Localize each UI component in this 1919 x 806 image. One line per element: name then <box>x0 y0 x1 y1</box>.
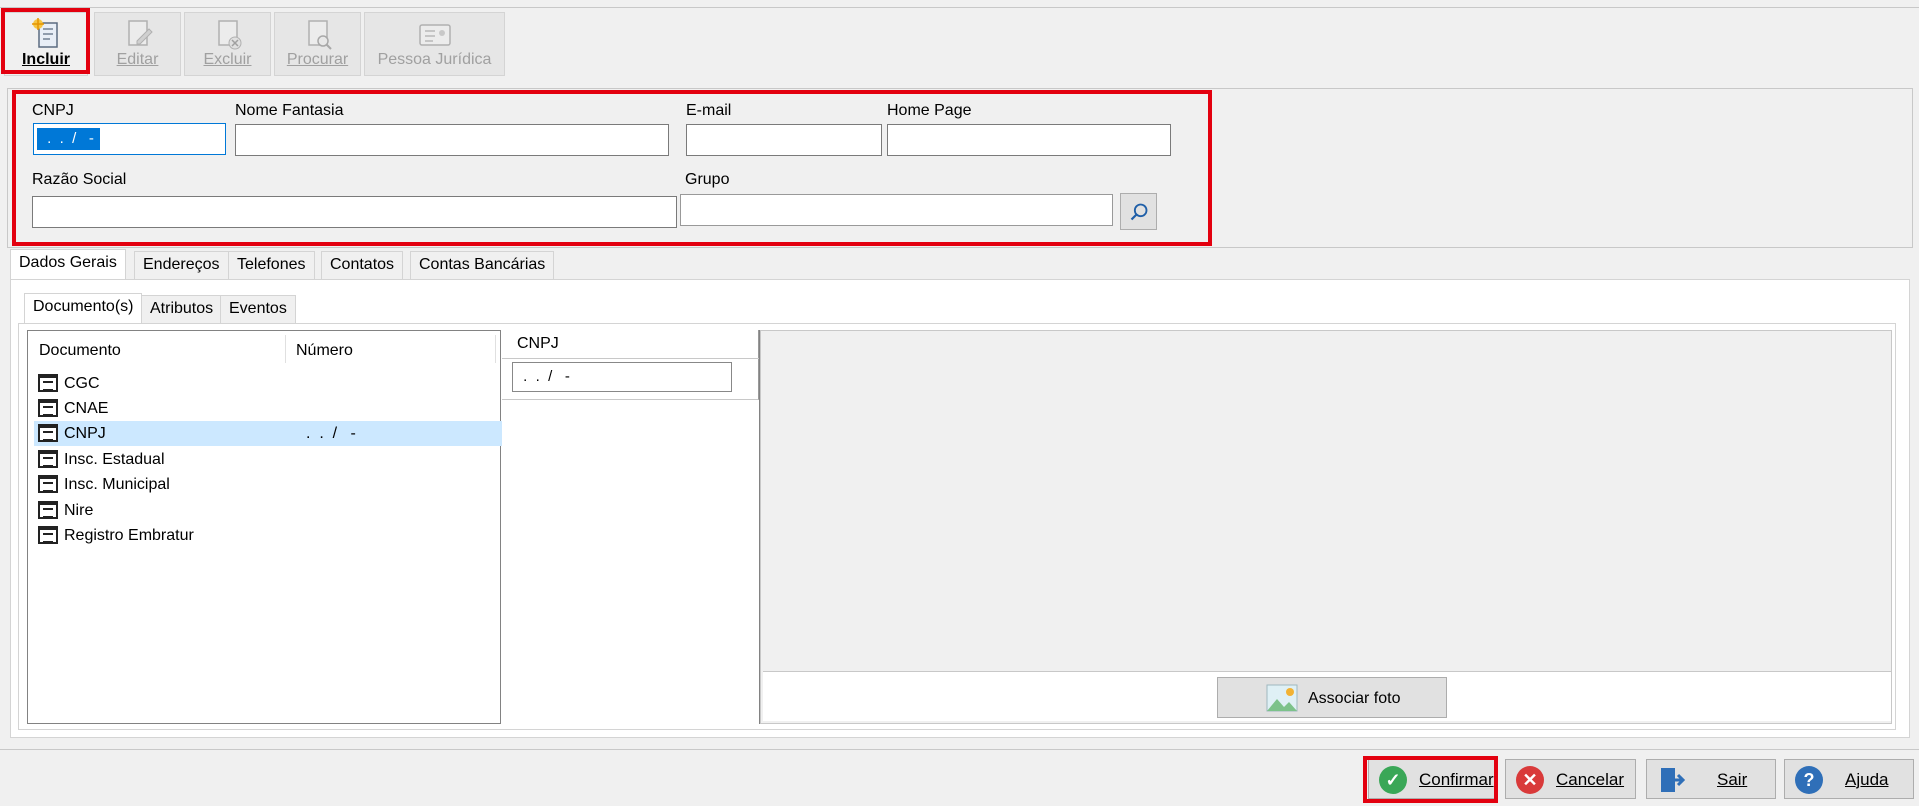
column-numero[interactable]: Número <box>296 342 353 360</box>
documents-header: Documento Número <box>28 331 500 367</box>
document-icon <box>38 501 58 519</box>
tab-contatos-label: Contatos <box>330 256 395 273</box>
editar-button[interactable]: Editar <box>94 12 181 76</box>
search-document-icon <box>307 20 332 50</box>
tab-atributos-label: Atributos <box>150 300 214 317</box>
cancelar-label: Cancelar <box>1556 770 1625 789</box>
documents-list[interactable]: Documento Número CGC CNAE CNPJ . . / - I… <box>27 330 504 724</box>
detail-value-input[interactable]: . . / - <box>512 362 732 392</box>
associar-foto-button[interactable]: Associar foto <box>1217 677 1447 718</box>
list-item[interactable]: CNAE <box>34 396 504 421</box>
document-icon <box>38 399 58 417</box>
document-icon <box>38 526 58 544</box>
tab-eventos[interactable]: Eventos <box>220 295 296 323</box>
help-icon: ? <box>1795 766 1823 794</box>
tab-dados-gerais-label: Dados Gerais <box>19 254 117 271</box>
new-document-icon <box>32 18 58 48</box>
document-icon <box>38 475 58 493</box>
document-icon <box>38 374 58 392</box>
search-icon <box>1130 203 1148 221</box>
sair-button[interactable]: Sair <box>1646 759 1776 799</box>
photo-area: Associar foto <box>760 330 1892 724</box>
detail-label: CNPJ <box>517 335 559 352</box>
incluir-button[interactable]: Incluir <box>4 12 88 76</box>
document-name: Nire <box>64 502 94 519</box>
nome-fantasia-input[interactable] <box>235 124 669 156</box>
main-tabs-strip: Dados Gerais Endereços Telefones Contato… <box>10 249 1910 279</box>
home-page-input[interactable] <box>887 124 1171 156</box>
edit-document-icon <box>127 20 153 46</box>
confirmar-button[interactable]: ✓ Confirmar <box>1368 759 1496 799</box>
window-top-border <box>0 0 1919 8</box>
list-item[interactable]: Registro Embratur <box>34 523 504 548</box>
cnpj-label: CNPJ <box>32 102 74 119</box>
list-item[interactable]: Insc. Municipal <box>34 472 504 497</box>
tab-dados-gerais[interactable]: Dados Gerais <box>10 249 126 279</box>
document-name: CNAE <box>64 400 109 417</box>
tab-documentos[interactable]: Documento(s) <box>24 293 143 323</box>
document-icon <box>38 424 58 442</box>
home-page-label: Home Page <box>887 102 972 119</box>
list-item[interactable]: CGC <box>34 371 504 396</box>
tab-documentos-label: Documento(s) <box>33 298 134 315</box>
pessoa-juridica-button[interactable]: Pessoa Jurídica <box>364 12 505 76</box>
grupo-input[interactable] <box>680 194 1113 226</box>
list-item-selected[interactable]: CNPJ . . / - <box>34 421 504 446</box>
cancel-icon: ✕ <box>1516 766 1544 794</box>
document-detail-pane: CNPJ . . / - <box>502 330 760 724</box>
check-icon: ✓ <box>1379 766 1407 794</box>
sair-label: Sair <box>1717 770 1748 789</box>
razao-social-label: Razão Social <box>32 171 127 188</box>
tab-enderecos[interactable]: Endereços <box>134 251 229 279</box>
tab-atributos[interactable]: Atributos <box>141 295 223 323</box>
confirmar-label: Confirmar <box>1419 770 1494 789</box>
company-card-icon <box>418 24 451 46</box>
exit-door-icon <box>1661 768 1685 792</box>
document-name: Insc. Municipal <box>64 476 170 493</box>
incluir-label: Incluir <box>21 51 70 68</box>
cancelar-button[interactable]: ✕ Cancelar <box>1505 759 1636 799</box>
grupo-label: Grupo <box>685 171 730 188</box>
cnpj-input[interactable]: . . / - <box>33 123 226 155</box>
grupo-search-button[interactable] <box>1120 193 1157 230</box>
document-icon <box>38 450 58 468</box>
email-input[interactable] <box>686 124 882 156</box>
list-item[interactable]: Nire <box>34 498 504 523</box>
tab-telefones-label: Telefones <box>237 256 306 273</box>
excluir-button[interactable]: Excluir <box>184 12 271 76</box>
pessoa-juridica-label: Pessoa Jurídica <box>377 51 492 68</box>
detail-value: . . / - <box>519 368 570 385</box>
razao-social-input[interactable] <box>32 196 677 228</box>
detail-header: CNPJ . . / - <box>502 330 759 400</box>
email-label: E-mail <box>686 102 732 119</box>
tab-enderecos-label: Endereços <box>143 256 220 273</box>
nome-fantasia-label: Nome Fantasia <box>235 102 344 119</box>
detail-label-divider <box>502 358 759 359</box>
document-name: CNPJ <box>64 425 106 442</box>
tab-eventos-label: Eventos <box>229 300 287 317</box>
associar-foto-label: Associar foto <box>1308 690 1401 707</box>
picture-icon <box>1266 684 1298 712</box>
tab-telefones[interactable]: Telefones <box>228 251 315 279</box>
procurar-button[interactable]: Procurar <box>274 12 361 76</box>
document-name: Insc. Estadual <box>64 451 165 468</box>
procurar-label: Procurar <box>286 51 349 68</box>
ajuda-label: Ajuda <box>1845 770 1889 789</box>
tab-contas-bancarias-label: Contas Bancárias <box>419 256 546 273</box>
tab-contatos[interactable]: Contatos <box>321 251 404 279</box>
cnpj-input-value: . . / - <box>37 128 100 150</box>
tab-contas-bancarias[interactable]: Contas Bancárias <box>410 251 555 279</box>
document-name: Registro Embratur <box>64 527 194 544</box>
document-name: CGC <box>64 375 100 392</box>
ajuda-button[interactable]: ? Ajuda <box>1784 759 1914 799</box>
column-divider <box>285 335 286 363</box>
column-divider-end <box>495 335 496 363</box>
column-documento[interactable]: Documento <box>39 342 121 360</box>
list-item[interactable]: Insc. Estadual <box>34 447 504 472</box>
editar-label: Editar <box>116 51 159 68</box>
excluir-label: Excluir <box>203 51 252 68</box>
document-number: . . / - <box>306 425 356 442</box>
delete-document-icon <box>217 20 241 50</box>
